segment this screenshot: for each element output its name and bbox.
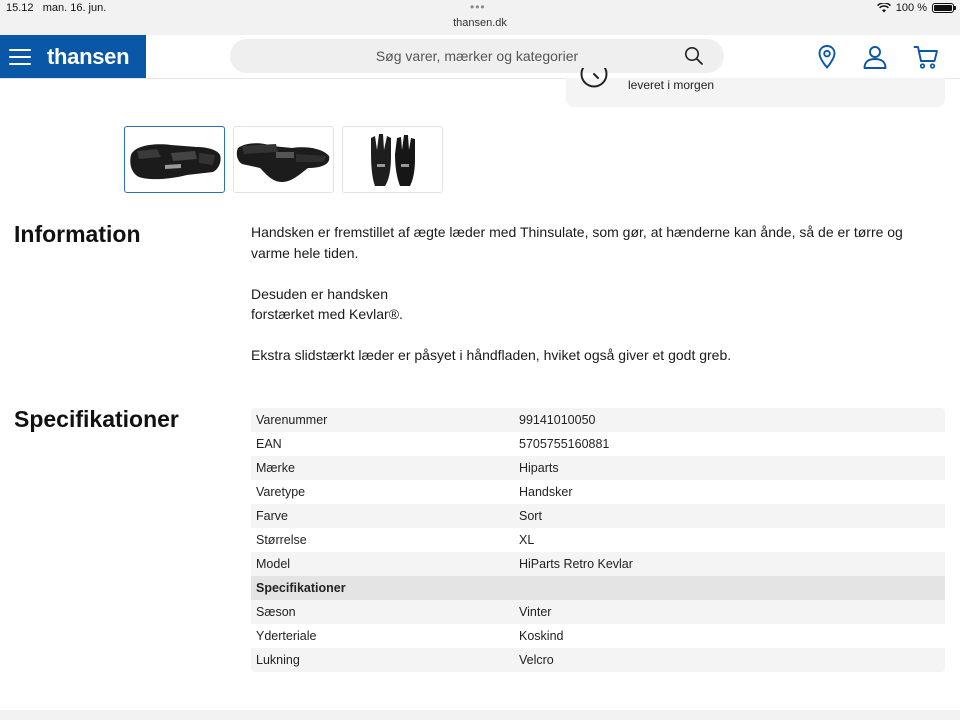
cart-icon[interactable] bbox=[913, 44, 939, 70]
spec-value: 99141010050 bbox=[519, 413, 596, 427]
spec-row: Varetype Handsker bbox=[251, 480, 945, 504]
spec-row: Model HiParts Retro Kevlar bbox=[251, 552, 945, 576]
search-icon[interactable] bbox=[684, 46, 704, 66]
ios-status-bar: 15.12 man. 16. jun. ••• thansen.dk 100 % bbox=[0, 0, 960, 35]
spec-value: Hiparts bbox=[519, 461, 559, 475]
glove-image bbox=[129, 143, 221, 179]
spec-value: Sort bbox=[519, 509, 542, 523]
delivery-info-card: leveret i morgen bbox=[566, 68, 945, 107]
spec-label: Lukning bbox=[256, 653, 300, 667]
browser-url[interactable]: thansen.dk bbox=[0, 17, 960, 29]
spec-label: Model bbox=[256, 557, 291, 571]
spec-value: Velcro bbox=[519, 653, 554, 667]
spec-value: Koskind bbox=[519, 629, 564, 643]
status-date: man. 16. jun. bbox=[42, 2, 107, 14]
spec-row: Varenummer 99141010050 bbox=[251, 408, 945, 432]
search-bar[interactable] bbox=[230, 39, 724, 73]
thumbnail-glove-side[interactable] bbox=[124, 126, 225, 193]
spec-value: XL bbox=[519, 533, 535, 547]
battery-fill bbox=[934, 5, 952, 11]
glove-image bbox=[370, 133, 415, 186]
spec-row: Yderteriale Koskind bbox=[251, 624, 945, 648]
status-right: 100 % bbox=[876, 2, 956, 14]
search-input[interactable] bbox=[230, 39, 724, 73]
spec-label: Yderteriale bbox=[256, 629, 317, 643]
spec-value: Handsker bbox=[519, 485, 573, 499]
specifications-table: Varenummer 99141010050 EAN 5705755160881 Mær… bbox=[251, 408, 945, 672]
spec-row: Farve Sort bbox=[251, 504, 945, 528]
spec-row: Sæson Vinter bbox=[251, 600, 945, 624]
spec-label: Varetype bbox=[256, 485, 306, 499]
info-paragraph-3: Ekstra slidstærkt læder er påsyet i hånd… bbox=[251, 347, 732, 363]
delivery-text: leveret i morgen bbox=[628, 78, 715, 92]
spec-row: Mærke Hiparts bbox=[251, 456, 945, 480]
thumbnail-glove-back[interactable] bbox=[233, 126, 334, 193]
spec-value: 5705755160881 bbox=[519, 437, 610, 451]
spec-label: Mærke bbox=[256, 461, 295, 475]
account-icon[interactable] bbox=[862, 44, 888, 70]
battery-percent: 100 % bbox=[895, 2, 927, 14]
spec-row: EAN 5705755160881 bbox=[251, 432, 945, 456]
spec-label: Farve bbox=[256, 509, 288, 523]
information-title: Information bbox=[14, 221, 141, 247]
status-time: 15.12 bbox=[6, 2, 34, 14]
spec-value: Vinter bbox=[519, 605, 552, 619]
clock-icon bbox=[580, 68, 608, 90]
spec-label: EAN bbox=[256, 437, 282, 451]
site-header: thansen bbox=[0, 35, 960, 79]
spec-label: Varenummer bbox=[256, 413, 328, 427]
spec-value: HiParts Retro Kevlar bbox=[519, 557, 633, 571]
brand-bar: thansen bbox=[0, 35, 146, 78]
status-time-date: 15.12 man. 16. jun. bbox=[6, 2, 106, 14]
menu-icon[interactable] bbox=[9, 48, 31, 65]
battery-icon bbox=[932, 3, 956, 13]
thumbnail-glove-pair[interactable] bbox=[342, 126, 443, 193]
glove-image bbox=[236, 142, 329, 182]
product-thumbnails bbox=[124, 126, 443, 193]
spec-row: Lukning Velcro bbox=[251, 648, 945, 672]
info-paragraph-2: Desuden er handsken forstærket med Kevla… bbox=[251, 285, 403, 323]
specifications-title: Specifikationer bbox=[14, 406, 179, 432]
spec-label: Sæson bbox=[256, 605, 296, 619]
spec-label: Specifikationer bbox=[256, 581, 346, 595]
location-pin-icon[interactable] bbox=[814, 44, 840, 70]
information-body: Handsken er fremstillet af ægte læder me… bbox=[251, 222, 941, 386]
thansen-logo[interactable]: thansen bbox=[47, 44, 130, 70]
info-paragraph-1: Handsken er fremstillet af ægte læder me… bbox=[251, 224, 903, 261]
spec-row: Størrelse XL bbox=[251, 528, 945, 552]
footer-band bbox=[0, 710, 960, 720]
spec-label: Størrelse bbox=[256, 533, 307, 547]
spec-group-header: Specifikationer bbox=[251, 576, 945, 600]
more-dots-icon[interactable]: ••• bbox=[470, 0, 486, 14]
wifi-icon bbox=[876, 3, 891, 13]
